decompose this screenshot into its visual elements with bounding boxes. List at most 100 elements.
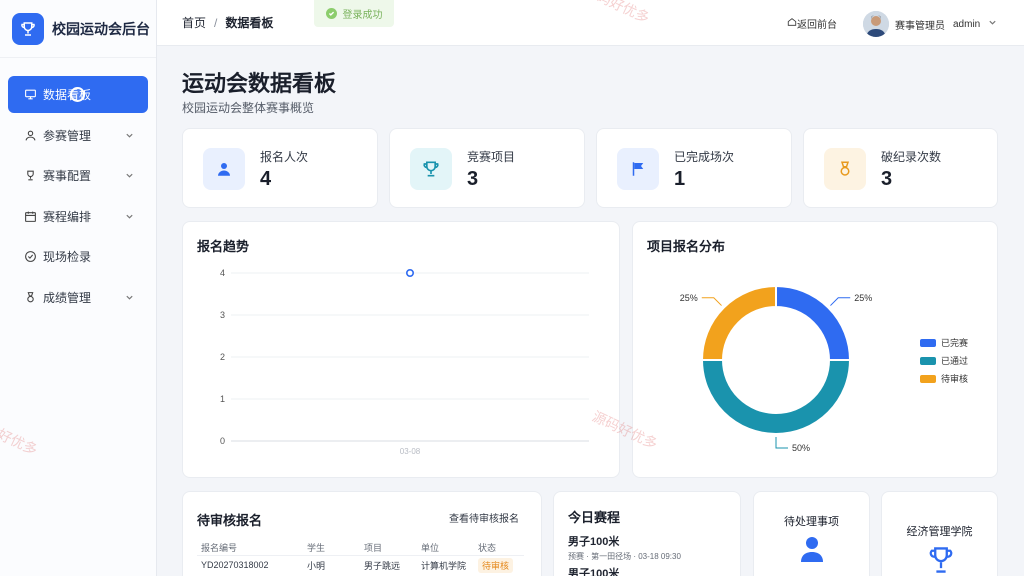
donut-slice (775, 284, 852, 361)
monitor-icon (23, 88, 37, 102)
chevron-down-icon (125, 129, 134, 143)
toast-message: 登录成功 (342, 10, 383, 21)
stat-label: 已完成场次 (674, 150, 735, 164)
legend-label: 已完赛 (941, 338, 969, 348)
breadcrumb-current: 数据看板 (225, 16, 274, 30)
slice-leader-line (775, 437, 788, 449)
legend-label: 待审核 (941, 374, 969, 384)
trend-chart: 0 1 2 3 4 03-08 (220, 268, 589, 456)
cell-student: 小明 (303, 554, 360, 575)
user-icon (800, 536, 824, 567)
check-circle-icon (23, 250, 37, 264)
stat-card-events: 竞赛项目 3 (389, 128, 585, 208)
breadcrumb-home[interactable]: 首页 (182, 14, 206, 31)
sidebar-item-checkin[interactable]: 现场检录 (8, 238, 148, 275)
table-header-row: 报名编号 学生 项目 单位 状态 (197, 541, 524, 555)
stat-value: 1 (674, 168, 686, 190)
college-card[interactable]: 经济管理学院 (881, 491, 998, 576)
y-tick-label: 0 (220, 436, 225, 446)
y-tick-label: 3 (220, 310, 225, 320)
sidebar: 校园运动会后台 数据看板 参赛管理 赛事配置 赛程编排 现场检录 成绩管理 (0, 0, 157, 576)
cell-status: 待审核 (474, 554, 524, 575)
distribution-donut-chart: 25% 50% 25% (680, 284, 872, 453)
schedule-item-name[interactable]: 男子100米 (568, 533, 619, 549)
sidebar-nav: 数据看板 参赛管理 赛事配置 赛程编排 现场检录 成绩管理 (0, 58, 156, 316)
cell-id: YD20270318002 (197, 554, 303, 575)
y-tick-label: 2 (220, 352, 225, 362)
x-tick-label: 03-08 (400, 447, 421, 456)
donut-slice (700, 284, 777, 361)
stat-label: 竞赛项目 (467, 150, 516, 164)
schedule-item-detail: 预赛 · 第一田径场 · 03-18 09:30 (568, 552, 681, 561)
stat-value: 3 (881, 168, 893, 190)
today-schedule-card: 今日赛程 男子100米 预赛 · 第一田径场 · 03-18 09:30 男子1… (553, 491, 741, 576)
user-menu[interactable]: 赛事管理员 admin (863, 11, 997, 37)
trophy-icon (410, 148, 452, 190)
slice-leader-line (701, 297, 722, 306)
sidebar-item-schedule[interactable]: 赛程编排 (8, 198, 148, 235)
trophy-icon (23, 169, 37, 183)
distribution-chart-card: 项目报名分布 25% 50% 25% 已完赛 已通过 待审核 (632, 221, 998, 478)
column-header: 报名编号 (201, 543, 238, 554)
column-header: 状态 (478, 543, 497, 554)
chevron-down-icon (125, 210, 134, 224)
brand-title: 校园运动会后台 (52, 20, 150, 37)
slice-label: 25% (680, 293, 698, 303)
user-icon (203, 148, 245, 190)
chevron-down-icon (125, 169, 134, 183)
user-name: admin (953, 18, 981, 30)
pending-registrations-card: 待审核报名 查看待审核报名 报名编号 学生 项目 单位 状态 YD2027031… (182, 491, 542, 576)
legend-swatch (920, 338, 936, 347)
y-tick-label: 4 (220, 268, 225, 278)
legend-swatch (920, 374, 936, 383)
sidebar-item-label: 现场检录 (43, 250, 92, 264)
sidebar-item-participants[interactable]: 参赛管理 (8, 117, 148, 154)
column-header: 单位 (421, 543, 440, 554)
view-pending-link[interactable]: 查看待审核报名 (449, 510, 519, 525)
stat-card-completed: 已完成场次 1 (596, 128, 792, 208)
chevron-down-icon (125, 291, 134, 305)
sidebar-item-event-config[interactable]: 赛事配置 (8, 157, 148, 194)
sidebar-item-results[interactable]: 成绩管理 (8, 279, 148, 316)
home-icon (787, 17, 797, 30)
medal-icon (23, 290, 37, 304)
avatar (863, 11, 889, 37)
stat-label: 报名人次 (260, 150, 309, 164)
status-badge: 待审核 (478, 557, 514, 573)
trophy-logo-icon (12, 12, 44, 45)
column-header: 学生 (307, 543, 326, 554)
breadcrumb-separator: / (214, 15, 218, 30)
trend-chart-card: 报名趋势 0 1 2 3 4 03-08 (182, 221, 620, 478)
sidebar-item-dashboard[interactable]: 数据看板 (8, 76, 148, 113)
cell-event: 男子跳远 (360, 554, 417, 575)
legend-item-pending[interactable]: 待审核 (920, 372, 968, 385)
cell-unit: 计算机学院 (417, 554, 474, 575)
flag-icon (617, 148, 659, 190)
sidebar-item-label: 成绩管理 (43, 290, 92, 305)
stat-card-records: 破纪录次数 3 (803, 128, 998, 208)
college-title: 经济管理学院 (906, 526, 973, 538)
user-icon (23, 128, 37, 142)
back-to-frontend-link[interactable]: 返回前台 (787, 16, 837, 31)
sidebar-item-label: 赛程编排 (43, 209, 92, 224)
stat-value: 3 (467, 168, 479, 190)
todo-title: 待处理事项 (784, 516, 839, 528)
slice-label: 50% (792, 443, 810, 453)
user-role: 赛事管理员 (895, 20, 945, 32)
legend-item-approved[interactable]: 已通过 (920, 354, 968, 367)
table-row[interactable]: YD20270318002 小明 男子跳远 计算机学院 待审核 (197, 554, 524, 575)
page-subtitle: 校园运动会整体赛事概览 (182, 101, 315, 115)
stat-card-registrations: 报名人次 4 (182, 128, 378, 208)
login-success-toast: 登录成功 (314, 0, 394, 27)
schedule-item-name[interactable]: 男子100米 (568, 565, 619, 576)
stat-value: 4 (260, 168, 272, 190)
today-title: 今日赛程 (568, 510, 621, 525)
legend-item-finished[interactable]: 已完赛 (920, 336, 968, 349)
breadcrumb: 首页 / 数据看板 (182, 14, 273, 31)
slice-label: 25% (854, 293, 872, 303)
brand[interactable]: 校园运动会后台 (0, 0, 156, 58)
legend-swatch (920, 356, 936, 365)
sidebar-item-label: 赛事配置 (43, 169, 92, 183)
back-link-label: 返回前台 (797, 20, 837, 31)
todo-card[interactable]: 待处理事项 (753, 491, 870, 576)
